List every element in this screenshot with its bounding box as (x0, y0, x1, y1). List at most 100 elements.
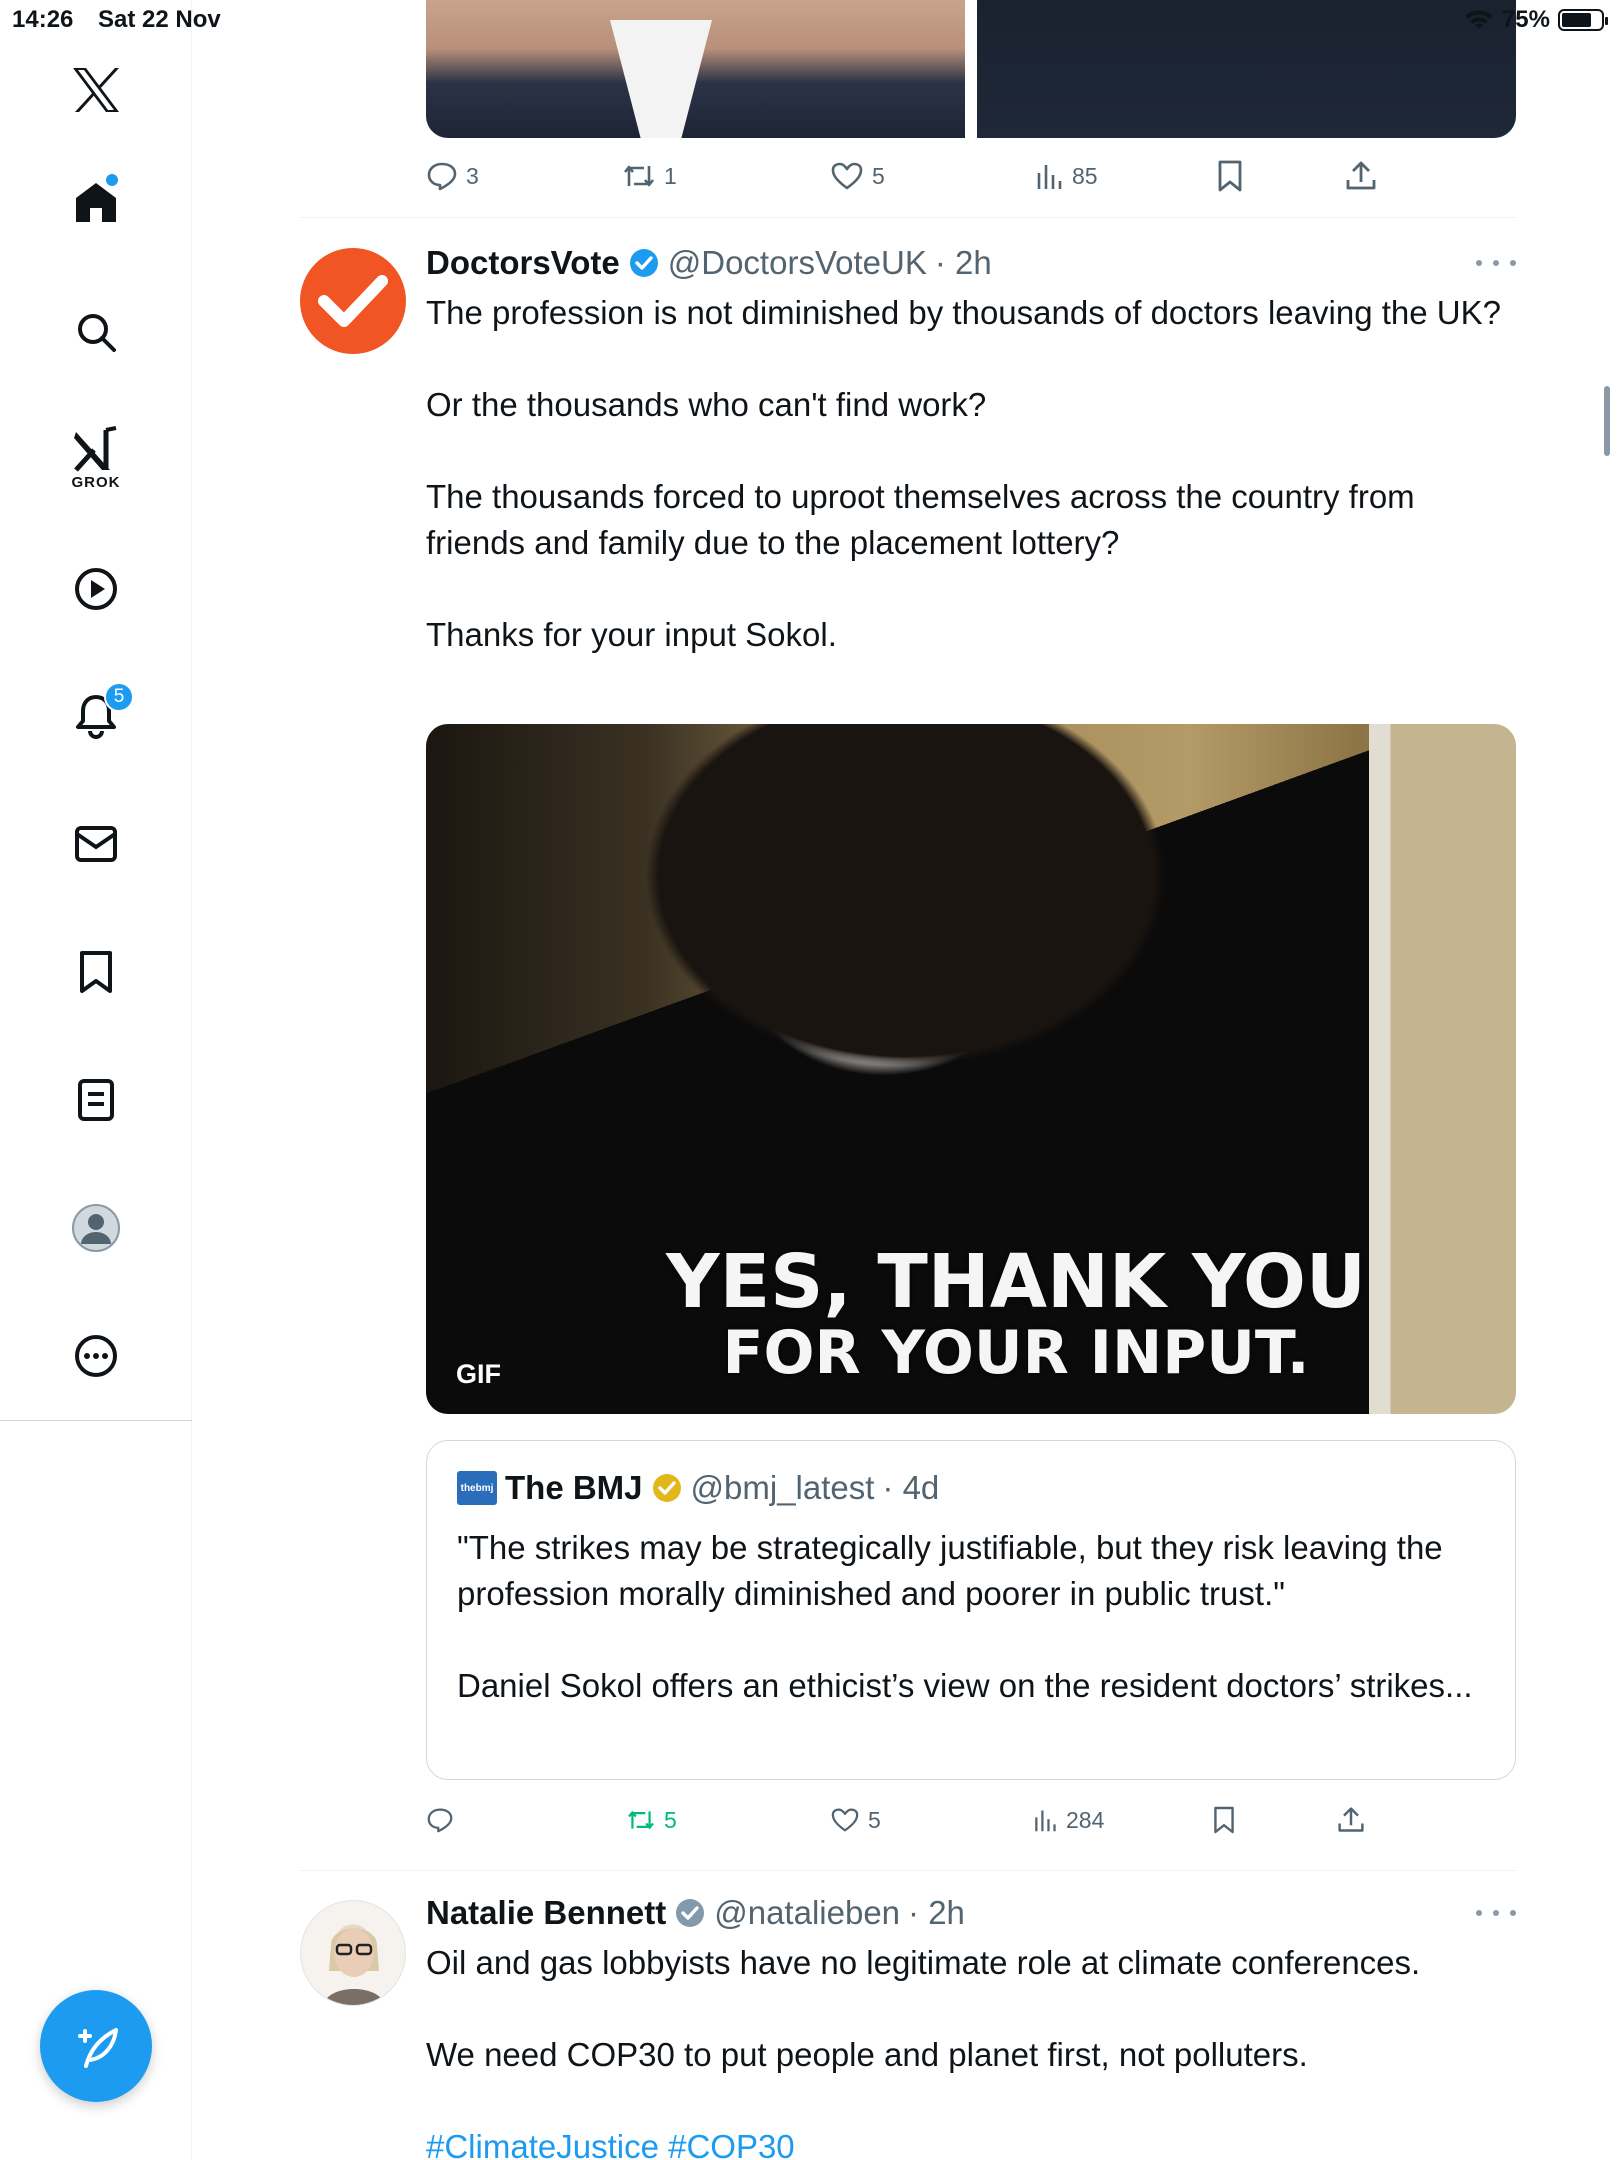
sidebar: GROK 5 (0, 0, 192, 2160)
like-count: 5 (872, 162, 885, 189)
views-button[interactable]: 85 (1034, 161, 1098, 191)
repost-button[interactable]: 1 (622, 162, 677, 190)
status-date: Sat 22 Nov (98, 6, 221, 33)
share-button[interactable] (1344, 160, 1378, 192)
like-button[interactable]: 5 (830, 161, 885, 191)
views-chart-icon (1037, 165, 1062, 189)
compose-feather-icon (78, 2028, 118, 2068)
grok-icon (74, 425, 117, 472)
nav-videos[interactable] (56, 549, 136, 629)
gif-label: GIF (456, 1359, 501, 1389)
previous-tweet-actions: 3 1 5 85 (426, 156, 1426, 196)
tweet-actions: 5 5 284 (426, 1800, 1426, 1840)
view-count: 284 (1066, 1806, 1105, 1833)
status-bar: 14:26 Sat 22 Nov 75% (0, 0, 1620, 40)
home-unread-dot (106, 174, 118, 186)
search-icon (78, 314, 116, 352)
repost-icon (628, 1811, 654, 1829)
nav-more[interactable] (56, 1316, 136, 1396)
author-name[interactable]: DoctorsVote (426, 244, 620, 282)
bookmark-button[interactable] (1216, 159, 1244, 193)
reply-button[interactable] (426, 1807, 462, 1833)
verified-gold-badge-icon (652, 1474, 681, 1502)
heart-icon (831, 162, 863, 190)
tweet-text: The profession is not diminished by thou… (426, 294, 1501, 653)
reply-button[interactable]: 3 (426, 161, 479, 191)
tweet-header: DoctorsVote @DoctorsVoteUK · 2h (426, 243, 1516, 283)
like-button[interactable]: 5 (830, 1807, 881, 1834)
battery-icon (1558, 9, 1608, 31)
bmj-logo: thebmj (457, 1471, 497, 1505)
more-circle-icon (75, 1335, 117, 1377)
like-count: 5 (868, 1806, 881, 1833)
nav-grok[interactable]: GROK (56, 418, 136, 498)
tweet-time[interactable]: · 2h (908, 1894, 965, 1932)
quote-author-name: The BMJ (505, 1469, 643, 1506)
tweet-header: Natalie Bennett @natalieben · 2h (426, 1893, 1516, 1933)
profile-avatar-icon (72, 1204, 120, 1252)
author-handle[interactable]: @natalieben (714, 1894, 900, 1932)
compose-button[interactable] (40, 1990, 152, 2102)
wifi-icon (1464, 10, 1493, 30)
views-chart-icon (1035, 1810, 1056, 1832)
tweet-text: Oil and gas lobbyists have no legitimate… (426, 1944, 1421, 2073)
repost-count: 1 (664, 162, 677, 189)
tweet-gif[interactable]: YES, THANK YOU FOR YOUR INPUT. GIF (426, 724, 1516, 1414)
nav-explore[interactable] (56, 292, 136, 372)
share-icon (1338, 1807, 1364, 1832)
verified-grey-badge-icon (676, 1899, 705, 1927)
quoted-tweet[interactable]: thebmj The BMJ @bmj_latest · 4d "The str… (426, 1440, 1516, 1780)
more-options-icon[interactable] (1476, 253, 1516, 273)
verified-badge-icon (629, 249, 658, 277)
reply-count: 3 (466, 162, 479, 189)
notification-badge: 5 (104, 682, 134, 712)
view-count: 85 (1072, 162, 1098, 189)
nav-lists[interactable] (56, 1060, 136, 1140)
nav-messages[interactable] (56, 804, 136, 884)
nav-home[interactable] (56, 162, 136, 242)
repost-button[interactable]: 5 (626, 1807, 677, 1834)
avatar[interactable] (300, 1900, 406, 2006)
hashtag-links[interactable]: #ClimateJustice #COP30 (426, 2128, 795, 2160)
avatar-portrait-icon (323, 1928, 385, 2005)
tweet-time[interactable]: · 2h (935, 244, 992, 282)
reply-icon (427, 162, 457, 191)
bookmark-icon (1214, 1806, 1234, 1834)
mail-icon (75, 826, 117, 862)
repost-count: 5 (664, 1806, 677, 1833)
gif-caption-line1: YES, THANK YOU (666, 1239, 1366, 1325)
status-right: 75% (1464, 6, 1608, 34)
share-icon (1346, 161, 1376, 190)
quote-author-handle: @bmj_latest (690, 1469, 875, 1506)
tweet-divider (300, 217, 1516, 218)
heart-icon (831, 1808, 859, 1832)
share-button[interactable] (1336, 1806, 1366, 1834)
quote-time: · 4d (882, 1469, 940, 1506)
author-handle[interactable]: @DoctorsVoteUK (668, 244, 927, 282)
views-button[interactable]: 284 (1032, 1807, 1104, 1834)
bookmark-button[interactable] (1212, 1805, 1236, 1835)
avatar[interactable] (300, 248, 406, 354)
author-name[interactable]: Natalie Bennett (426, 1894, 666, 1932)
nav-bookmarks[interactable] (56, 932, 136, 1012)
play-icon (75, 568, 117, 610)
nav-profile[interactable] (56, 1188, 136, 1268)
grok-label: GROK (71, 473, 121, 491)
battery-percent: 75% (1501, 6, 1550, 33)
home-icon (76, 183, 116, 222)
timeline-feed: 3 1 5 85 DoctorsVote @DoctorsVoteUK · 2h… (300, 0, 1610, 2160)
gif-caption-line2: FOR YOUR INPUT. (722, 1318, 1310, 1388)
checkmark-icon (318, 275, 388, 327)
list-icon (78, 1079, 114, 1121)
scrollbar[interactable] (1604, 386, 1610, 456)
status-time: 14:26 (12, 6, 74, 33)
bookmark-icon (1218, 160, 1242, 192)
tweet-divider (300, 1870, 1516, 1871)
x-logo-icon[interactable] (56, 50, 136, 130)
quote-header: thebmj The BMJ @bmj_latest · 4d (457, 1469, 939, 1507)
nav-notifications[interactable]: 5 (56, 676, 136, 756)
sidebar-divider (0, 1420, 192, 1421)
bookmark-icon (80, 951, 112, 993)
repost-icon (623, 165, 655, 187)
more-options-icon[interactable] (1476, 1903, 1516, 1923)
